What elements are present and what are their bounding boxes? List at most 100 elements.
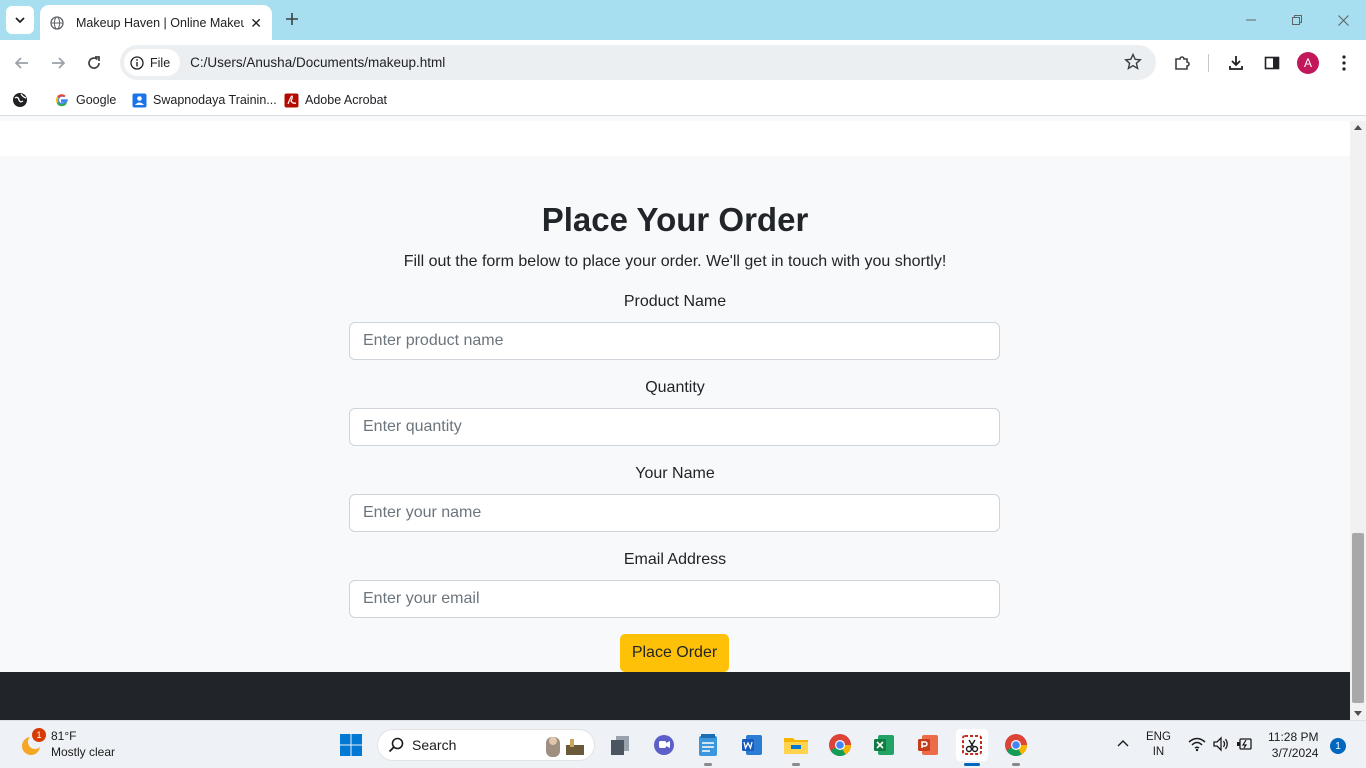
word-icon (742, 735, 762, 755)
file-scheme-label: File (150, 55, 171, 70)
browser-tab-active[interactable]: Makeup Haven | Online Makeup Store ✕ (40, 5, 272, 40)
scrollbar-thumb[interactable] (1352, 533, 1364, 703)
search-label: Search (412, 737, 457, 753)
new-tab-button[interactable] (282, 9, 302, 29)
system-clock[interactable]: 11:28 PM 3/7/2024 (1268, 729, 1318, 761)
forward-button[interactable] (46, 51, 70, 75)
globe-icon[interactable] (12, 92, 28, 108)
start-button[interactable] (335, 729, 367, 761)
chevron-up-icon[interactable] (1116, 737, 1130, 751)
snipping-tool-icon (962, 735, 982, 755)
side-panel-button[interactable] (1260, 51, 1284, 75)
bookmark-star-icon[interactable] (1124, 53, 1142, 71)
acrobat-icon (283, 92, 299, 108)
place-order-button[interactable]: Place Order (620, 634, 729, 672)
file-explorer-app[interactable] (780, 729, 812, 766)
bookmark-google[interactable]: Google (54, 92, 116, 108)
your-name-label: Your Name (635, 465, 715, 482)
scroll-down-arrow-icon[interactable] (1354, 711, 1362, 716)
weather-condition: Mostly clear (51, 745, 116, 759)
notification-badge[interactable]: 1 (1330, 738, 1346, 754)
product-name-input[interactable] (349, 322, 1000, 360)
windows-taskbar: 1 81°F Mostly clear Search ENG IN 11:28 … (0, 720, 1366, 768)
word-app[interactable] (736, 729, 768, 761)
wifi-icon[interactable] (1188, 736, 1206, 752)
chrome-app[interactable] (824, 729, 856, 761)
browser-toolbar: File C:/Users/Anusha/Documents/makeup.ht… (0, 40, 1366, 86)
your-name-input[interactable] (349, 494, 1000, 532)
folder-icon (784, 738, 808, 754)
page-subtitle: Fill out the form below to place your or… (403, 253, 947, 270)
running-indicator (704, 763, 712, 766)
page-footer (0, 672, 1350, 720)
info-icon (130, 55, 144, 70)
bookmark-swapnodaya[interactable]: Swapnodaya Trainin... (131, 92, 277, 108)
page-viewport: Place Your Order Fill out the form below… (0, 121, 1350, 720)
language-indicator[interactable]: ENG IN (1146, 730, 1171, 760)
page-scrollbar[interactable] (1350, 121, 1366, 720)
page-top-section (0, 121, 1350, 156)
profile-avatar[interactable]: A (1297, 52, 1319, 74)
address-bar[interactable]: File C:/Users/Anusha/Documents/makeup.ht… (120, 45, 1156, 80)
chevron-down-icon (15, 17, 25, 24)
teams-chat-button[interactable] (648, 729, 680, 761)
window-minimize-button[interactable] (1228, 0, 1274, 40)
extensions-button[interactable] (1170, 51, 1194, 75)
notepad-icon (699, 734, 717, 756)
minimize-icon (1246, 19, 1256, 21)
url-text[interactable]: C:/Users/Anusha/Documents/makeup.html (190, 55, 445, 70)
volume-icon[interactable] (1212, 736, 1230, 752)
bookmark-label: Swapnodaya Trainin... (153, 93, 277, 107)
running-indicator (792, 763, 800, 766)
product-name-label: Product Name (623, 293, 727, 310)
powerpoint-icon (918, 735, 938, 755)
window-restore-button[interactable] (1274, 0, 1320, 40)
chrome-profile-app[interactable] (1000, 729, 1032, 766)
browser-title-bar: Makeup Haven | Online Makeup Store ✕ (0, 0, 1366, 40)
window-close-button[interactable] (1320, 0, 1366, 40)
profile-card-icon (131, 92, 147, 108)
arrow-left-icon (14, 57, 28, 69)
site-info-chip[interactable]: File (124, 49, 181, 76)
task-view-button[interactable] (604, 729, 636, 761)
plus-icon (286, 13, 298, 25)
browser-menu-button[interactable] (1332, 51, 1356, 75)
kebab-menu-icon (1342, 55, 1346, 71)
snipping-tool-app[interactable] (956, 729, 988, 766)
task-view-icon (611, 736, 629, 755)
google-icon (54, 92, 70, 108)
windows-logo-icon (340, 734, 362, 756)
chat-icon (654, 735, 674, 755)
close-icon (1337, 14, 1349, 26)
toolbar-divider (1208, 54, 1209, 72)
reload-button[interactable] (82, 51, 106, 75)
downloads-button[interactable] (1224, 51, 1248, 75)
language-region: IN (1152, 746, 1165, 758)
weather-moon-icon: 1 (18, 728, 46, 757)
weather-badge: 1 (32, 728, 46, 742)
quantity-input[interactable] (349, 408, 1000, 446)
globe-icon (50, 15, 64, 30)
bookmarks-bar: Google Swapnodaya Trainin... Adobe Acrob… (0, 86, 1366, 116)
back-button[interactable] (10, 51, 34, 75)
weather-temperature: 81°F (51, 729, 77, 743)
bookmark-adobe-acrobat[interactable]: Adobe Acrobat (283, 92, 387, 108)
excel-icon (874, 735, 894, 755)
battery-icon[interactable] (1236, 736, 1254, 752)
scroll-up-arrow-icon[interactable] (1354, 125, 1362, 130)
chrome-icon (1005, 734, 1027, 756)
email-input[interactable] (349, 580, 1000, 618)
reload-icon (88, 56, 100, 69)
tab-close-icon[interactable]: ✕ (250, 16, 262, 30)
running-indicator (1012, 763, 1020, 766)
language-code: ENG (1146, 731, 1171, 743)
weather-widget[interactable]: 1 81°F Mostly clear (18, 728, 115, 760)
tab-search-button[interactable] (6, 6, 34, 34)
page-title: Place Your Order (541, 201, 809, 238)
taskbar-search-box[interactable]: Search (377, 729, 595, 761)
excel-app[interactable] (868, 729, 900, 761)
powerpoint-app[interactable] (912, 729, 944, 761)
notepad-app[interactable] (692, 729, 724, 766)
search-highlight-illustration-icon (546, 737, 584, 757)
bookmark-label: Adobe Acrobat (305, 93, 388, 107)
